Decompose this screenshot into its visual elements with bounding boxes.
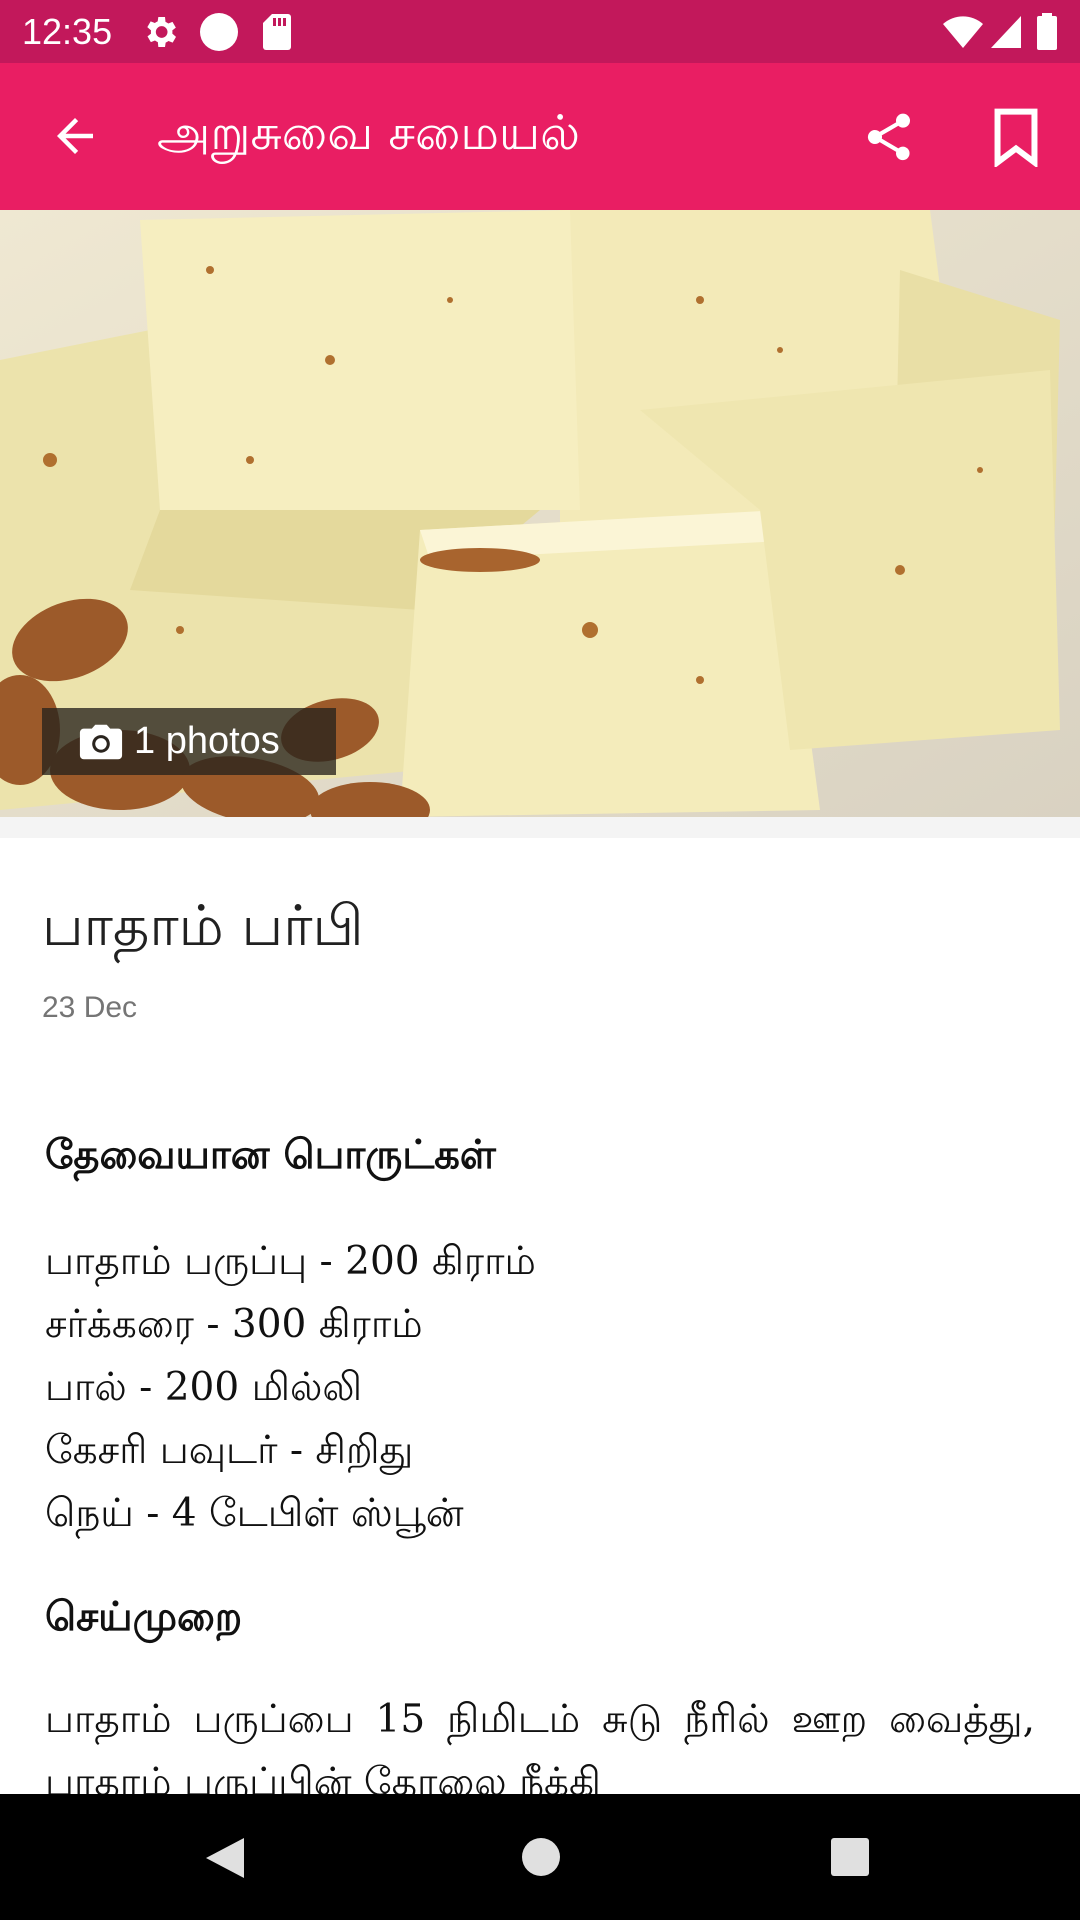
battery-icon bbox=[1037, 13, 1057, 50]
wifi-icon bbox=[943, 16, 983, 48]
post-date: 23 Dec bbox=[42, 991, 138, 1024]
signal-icon bbox=[991, 16, 1021, 48]
ingredients-heading: தேவையான பொருட்கள் bbox=[45, 1132, 496, 1178]
list-item: பால் - 200 மில்லி bbox=[45, 1365, 363, 1410]
camera-icon bbox=[79, 724, 123, 760]
divider bbox=[0, 817, 1080, 838]
app-bar: அறுசுவை சமையல் bbox=[0, 63, 1080, 210]
app-title: அறுசுவை சமையல் bbox=[157, 105, 581, 161]
recipe-image[interactable]: 1 photos bbox=[0, 210, 1080, 817]
circle-icon bbox=[200, 13, 238, 51]
list-item: பாதாம் பருப்பு - 200 கிராம் bbox=[45, 1239, 536, 1284]
method-heading: செய்முறை bbox=[45, 1594, 243, 1640]
navigation-bar bbox=[0, 1794, 1080, 1920]
list-item: நெய் - 4 டேபிள் ஸ்பூன் bbox=[45, 1491, 464, 1536]
list-item: கேசரி பவுடர் - சிறிது bbox=[45, 1428, 414, 1473]
home-circle-icon[interactable] bbox=[520, 1836, 562, 1878]
back-arrow-icon[interactable] bbox=[48, 109, 102, 163]
back-triangle-icon[interactable] bbox=[204, 1836, 246, 1880]
share-icon[interactable] bbox=[861, 109, 917, 165]
status-time: 12:35 bbox=[22, 11, 113, 52]
method-text: பாதாம் பருப்பை 15 நிமிடம் சுடு நீரில் ஊற… bbox=[45, 1697, 1035, 1794]
recents-square-icon[interactable] bbox=[830, 1837, 870, 1877]
recipe-content: பாதாம் பர்பி 23 Dec தேவையான பொருட்கள் பா… bbox=[0, 838, 1080, 1794]
ingredients-list: பாதாம் பருப்பு - 200 கிராம் சர்க்கரை - 3… bbox=[45, 1230, 1045, 1545]
photos-count-label: 1 photos bbox=[134, 720, 280, 762]
list-item: சர்க்கரை - 300 கிராம் bbox=[45, 1302, 423, 1347]
sd-card-icon bbox=[263, 14, 291, 50]
photos-count-badge[interactable]: 1 photos bbox=[42, 708, 336, 775]
bookmark-icon[interactable] bbox=[992, 107, 1040, 167]
status-bar: 12:35 bbox=[0, 0, 1080, 63]
settings-icon bbox=[147, 17, 176, 47]
recipe-title: பாதாம் பர்பி bbox=[42, 894, 364, 959]
